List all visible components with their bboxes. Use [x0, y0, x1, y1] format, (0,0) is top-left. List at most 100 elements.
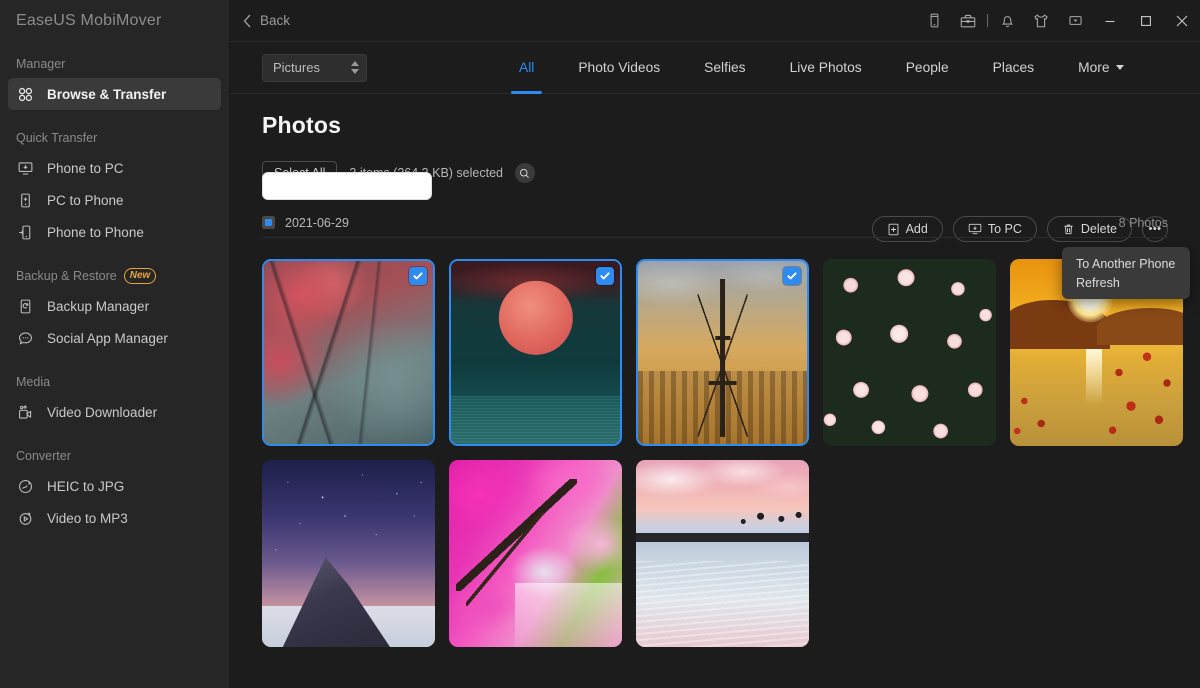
tab-selfies[interactable]: Selfies: [682, 42, 767, 94]
tab-bar: Pictures All Photo Videos Selfies Live P…: [230, 42, 1200, 94]
photo-checkbox-checked[interactable]: [409, 267, 427, 285]
tab-label: More: [1078, 60, 1110, 75]
maximize-button[interactable]: [1128, 0, 1164, 42]
back-button[interactable]: Back: [230, 6, 300, 36]
photo-thumb-pink-sunset-beach-palms[interactable]: [636, 460, 809, 647]
photo-grid: [262, 259, 1183, 688]
menu-item-to-another-phone[interactable]: To Another Phone: [1062, 254, 1190, 273]
bell-icon[interactable]: [990, 0, 1024, 42]
sidebar-item-label: Social App Manager: [47, 330, 168, 346]
tab-live-photos[interactable]: Live Photos: [768, 42, 884, 94]
sidebar-item-social-app-manager[interactable]: Social App Manager: [8, 322, 221, 354]
menu-item-label: Refresh: [1076, 275, 1120, 290]
photo-thumb-eiffel-tower-golden-city[interactable]: [636, 259, 809, 446]
video-to-mp3-icon: [16, 509, 35, 528]
sidebar-item-label: Phone to PC: [47, 160, 124, 176]
photo-checkbox-checked[interactable]: [783, 267, 801, 285]
phone-to-pc-icon: [16, 159, 35, 178]
sidebar-item-phone-to-pc[interactable]: Phone to PC: [8, 152, 221, 184]
photo-thumb-pink-daisy-flowers[interactable]: [823, 259, 996, 446]
sidebar-item-label: Browse & Transfer: [47, 86, 167, 102]
close-button[interactable]: [1164, 0, 1200, 42]
title-bar: Back: [230, 0, 1200, 42]
titlebar-divider: [987, 14, 988, 27]
sidebar-item-video-downloader[interactable]: Video Downloader: [8, 396, 221, 428]
content-area: Photos Add To PC Delete ••• To Another P…: [230, 94, 1200, 688]
dropdown-box-icon[interactable]: [1058, 0, 1092, 42]
tab-label: Selfies: [704, 60, 746, 75]
sidebar-group-label: Media: [16, 375, 51, 389]
heic-convert-icon: [16, 477, 35, 496]
sidebar-group-converter: Converter: [0, 442, 229, 470]
menu-item-label: To Another Phone: [1076, 256, 1176, 271]
search-input[interactable]: [263, 173, 431, 199]
video-camera-icon: [16, 403, 35, 422]
tab-people[interactable]: People: [884, 42, 971, 94]
sidebar-item-browse-transfer[interactable]: Browse & Transfer: [8, 78, 221, 110]
sidebar-item-label: PC to Phone: [47, 192, 124, 208]
tab-label: Photo Videos: [578, 60, 661, 75]
tab-photo-videos[interactable]: Photo Videos: [556, 42, 682, 94]
tab-all[interactable]: All: [497, 42, 556, 94]
group-count-label: 8 Photos: [1118, 215, 1168, 230]
chevron-left-icon: [243, 14, 251, 27]
menu-item-refresh[interactable]: Refresh: [1062, 273, 1190, 292]
back-label: Back: [260, 13, 291, 28]
sidebar-group-quick-transfer: Quick Transfer: [0, 124, 229, 152]
new-badge: New: [123, 268, 157, 284]
sidebar-group-manager: Manager: [0, 50, 229, 78]
sidebar-item-video-to-mp3[interactable]: Video to MP3: [8, 502, 221, 534]
sidebar-group-backup-restore: Backup & Restore New: [0, 262, 229, 290]
chat-bubble-icon: [16, 329, 35, 348]
sidebar-group-label: Manager: [16, 57, 66, 71]
more-options-menu: To Another Phone Refresh: [1062, 247, 1190, 299]
category-tabs: All Photo Videos Selfies Live Photos Peo…: [497, 42, 1146, 94]
sidebar-item-label: Video Downloader: [47, 404, 158, 420]
mobimover-window: EaseUS MobiMover Manager Browse & Transf…: [0, 0, 1200, 688]
sidebar-item-pc-to-phone[interactable]: PC to Phone: [8, 184, 221, 216]
app-brand-title: EaseUS MobiMover: [16, 12, 162, 29]
sidebar-item-label: Video to MP3: [47, 510, 128, 526]
tab-label: Live Photos: [789, 60, 862, 75]
tab-label: All: [519, 60, 535, 75]
sidebar: EaseUS MobiMover Manager Browse & Transf…: [0, 0, 230, 688]
sidebar-group-label: Backup & Restore: [16, 269, 117, 283]
group-date-label: 2021-06-29: [285, 215, 349, 230]
sidebar-item-phone-to-phone[interactable]: Phone to Phone: [8, 216, 221, 248]
group-select-checkbox[interactable]: [262, 216, 275, 229]
toolbox-icon[interactable]: [951, 0, 985, 42]
source-picker-value: Pictures: [273, 60, 320, 75]
sidebar-group-media: Media: [0, 368, 229, 396]
sidebar-item-label: Phone to Phone: [47, 224, 144, 240]
search-input-wrapper[interactable]: [262, 172, 432, 200]
phone-icon[interactable]: [917, 0, 951, 42]
photo-thumb-red-autumn-forest[interactable]: [262, 259, 435, 446]
tab-places[interactable]: Places: [971, 42, 1056, 94]
photo-checkbox-checked[interactable]: [596, 267, 614, 285]
search-icon: [520, 168, 530, 178]
photo-thumb-starry-night-mountain[interactable]: [262, 460, 435, 647]
phone-to-phone-icon: [16, 223, 35, 242]
tab-label: Places: [992, 60, 1035, 75]
chevron-down-icon: [1115, 65, 1124, 70]
backup-icon: [16, 297, 35, 316]
sidebar-group-label: Quick Transfer: [16, 131, 98, 145]
sidebar-group-label: Converter: [16, 449, 71, 463]
tab-more[interactable]: More: [1056, 42, 1145, 94]
sidebar-item-label: Backup Manager: [47, 298, 150, 314]
shirt-icon[interactable]: [1024, 0, 1058, 42]
grid-icon: [16, 85, 35, 104]
minimize-button[interactable]: [1092, 0, 1128, 42]
sidebar-item-heic-to-jpg[interactable]: HEIC to JPG: [8, 470, 221, 502]
photo-thumb-magenta-cherry-blossom[interactable]: [449, 460, 622, 647]
photo-thumb-red-sun-over-ocean[interactable]: [449, 259, 622, 446]
tab-label: People: [905, 60, 949, 75]
pc-to-phone-icon: [16, 191, 35, 210]
sidebar-item-label: HEIC to JPG: [47, 478, 125, 494]
page-title: Photos: [262, 112, 342, 138]
photo-group-header: 2021-06-29 8 Photos: [262, 216, 1168, 238]
source-picker[interactable]: Pictures: [262, 53, 367, 82]
sidebar-item-backup-manager[interactable]: Backup Manager: [8, 290, 221, 322]
search-toggle-button[interactable]: [514, 163, 535, 183]
main-area: Back Pictures All Photo Videos Selfies L…: [230, 0, 1200, 688]
